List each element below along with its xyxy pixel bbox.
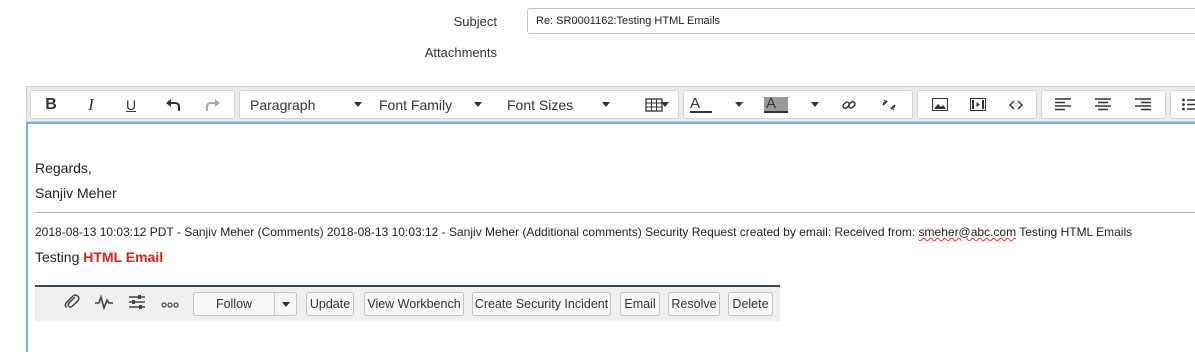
divider [35, 212, 1195, 213]
unlink-icon [880, 96, 898, 114]
paragraph-label: Paragraph [250, 96, 316, 113]
attachments-label: Attachments [424, 45, 497, 60]
font-sizes-label: Font Sizes [507, 96, 574, 113]
source-code-button[interactable] [1000, 91, 1032, 118]
image-icon [932, 98, 948, 111]
undo-icon [165, 98, 181, 112]
underline-icon: U [125, 96, 137, 113]
subject-value: Re: SR0001162:Testing HTML Emails [536, 15, 721, 27]
sliders-icon [128, 294, 146, 315]
signature-text: Sanjiv Meher [35, 185, 117, 201]
unlink-button[interactable] [874, 91, 904, 118]
view-workbench-label: View Workbench [367, 297, 461, 311]
insert-image-button[interactable] [924, 91, 956, 118]
chevron-down-icon [661, 102, 669, 107]
chevron-down-icon [811, 102, 819, 107]
chevron-down-icon [735, 102, 743, 107]
editor-toolbar: B I U Paragraph Font Family Font Sizes A… [26, 86, 1195, 122]
create-security-incident-label: Create Security Incident [474, 297, 609, 311]
font-family-dropdown[interactable]: Font Family [379, 91, 497, 118]
activity-stream-button[interactable] [93, 293, 115, 315]
delete-label: Delete [732, 297, 769, 311]
toolbar-group-color-link: A A [683, 90, 913, 119]
history-prefix: 2018-08-13 10:03:12 PDT - Sanjiv Meher (… [35, 225, 919, 239]
italic-icon: I [88, 94, 94, 114]
ellipsis-icon [161, 295, 179, 313]
chevron-down-icon [474, 102, 482, 107]
undo-button[interactable] [159, 91, 187, 118]
background-color-button[interactable]: A [764, 91, 824, 118]
toolbar-group-media [917, 90, 1037, 119]
chevron-down-icon [281, 301, 290, 307]
link-icon [841, 97, 857, 113]
quoted-body-text: Testing HTML Email [35, 249, 163, 265]
toolbar-group-align [1041, 90, 1166, 119]
redo-button[interactable] [199, 91, 227, 118]
resolve-button[interactable]: Resolve [668, 292, 720, 316]
align-left-button[interactable] [1048, 91, 1078, 118]
create-security-incident-button[interactable]: Create Security Incident [472, 292, 611, 316]
align-right-icon [1135, 98, 1151, 111]
redo-icon [205, 98, 221, 112]
align-right-button[interactable] [1128, 91, 1158, 118]
paragraph-dropdown[interactable]: Paragraph [250, 91, 368, 118]
code-icon [1009, 99, 1023, 110]
subject-input[interactable]: Re: SR0001162:Testing HTML Emails [527, 8, 1195, 34]
view-workbench-button[interactable]: View Workbench [364, 292, 464, 316]
email-button[interactable]: Email [620, 292, 660, 316]
font-family-label: Font Family [379, 96, 453, 113]
email-label: Email [624, 297, 656, 311]
font-color-button[interactable]: A [690, 91, 750, 118]
toolbar-group-dropdowns: Paragraph Font Family Font Sizes [239, 90, 679, 119]
toolbar-group-list [1170, 90, 1195, 119]
font-color-icon: A [690, 96, 713, 113]
underline-button[interactable]: U [117, 91, 145, 118]
pulse-icon [94, 293, 114, 315]
video-icon [970, 98, 986, 111]
bullet-list-icon [1182, 98, 1195, 111]
history-suffix: Testing HTML Emails [1016, 225, 1133, 239]
align-left-icon [1055, 98, 1071, 111]
update-label: Update [309, 297, 351, 311]
follow-button[interactable]: Follow [193, 292, 275, 316]
update-button[interactable]: Update [306, 292, 354, 316]
attachment-button[interactable] [61, 293, 83, 315]
personalize-button[interactable] [126, 293, 148, 315]
background-color-icon: A [764, 96, 789, 113]
testing-prefix: Testing [35, 249, 84, 265]
align-center-icon [1095, 98, 1111, 111]
chevron-down-icon [354, 102, 362, 107]
follow-label: Follow [215, 297, 253, 311]
insert-video-button[interactable] [962, 91, 994, 118]
subject-label: Subject [453, 14, 497, 29]
activity-history-text: 2018-08-13 10:03:12 PDT - Sanjiv Meher (… [35, 225, 1132, 239]
bullet-list-button[interactable] [1175, 91, 1195, 118]
regards-text: Regards, [35, 160, 92, 176]
record-action-bar: Follow Update View Workbench Create Secu… [35, 285, 780, 321]
paperclip-icon [63, 293, 81, 316]
italic-button[interactable]: I [77, 91, 105, 118]
history-email: smeher@abc.com [918, 225, 1017, 239]
bold-icon: B [45, 95, 57, 113]
chevron-down-icon [602, 102, 610, 107]
resolve-label: Resolve [671, 297, 717, 311]
delete-button[interactable]: Delete [728, 292, 773, 316]
testing-bold-red: HTML Email [83, 249, 164, 265]
font-sizes-dropdown[interactable]: Font Sizes [507, 91, 625, 118]
insert-link-button[interactable] [834, 91, 864, 118]
table-button[interactable] [634, 91, 674, 118]
toolbar-group-format: B I U [30, 90, 235, 119]
follow-dropdown-button[interactable] [274, 292, 297, 316]
align-center-button[interactable] [1088, 91, 1118, 118]
more-options-button[interactable] [159, 293, 181, 315]
bold-button[interactable]: B [37, 91, 65, 118]
